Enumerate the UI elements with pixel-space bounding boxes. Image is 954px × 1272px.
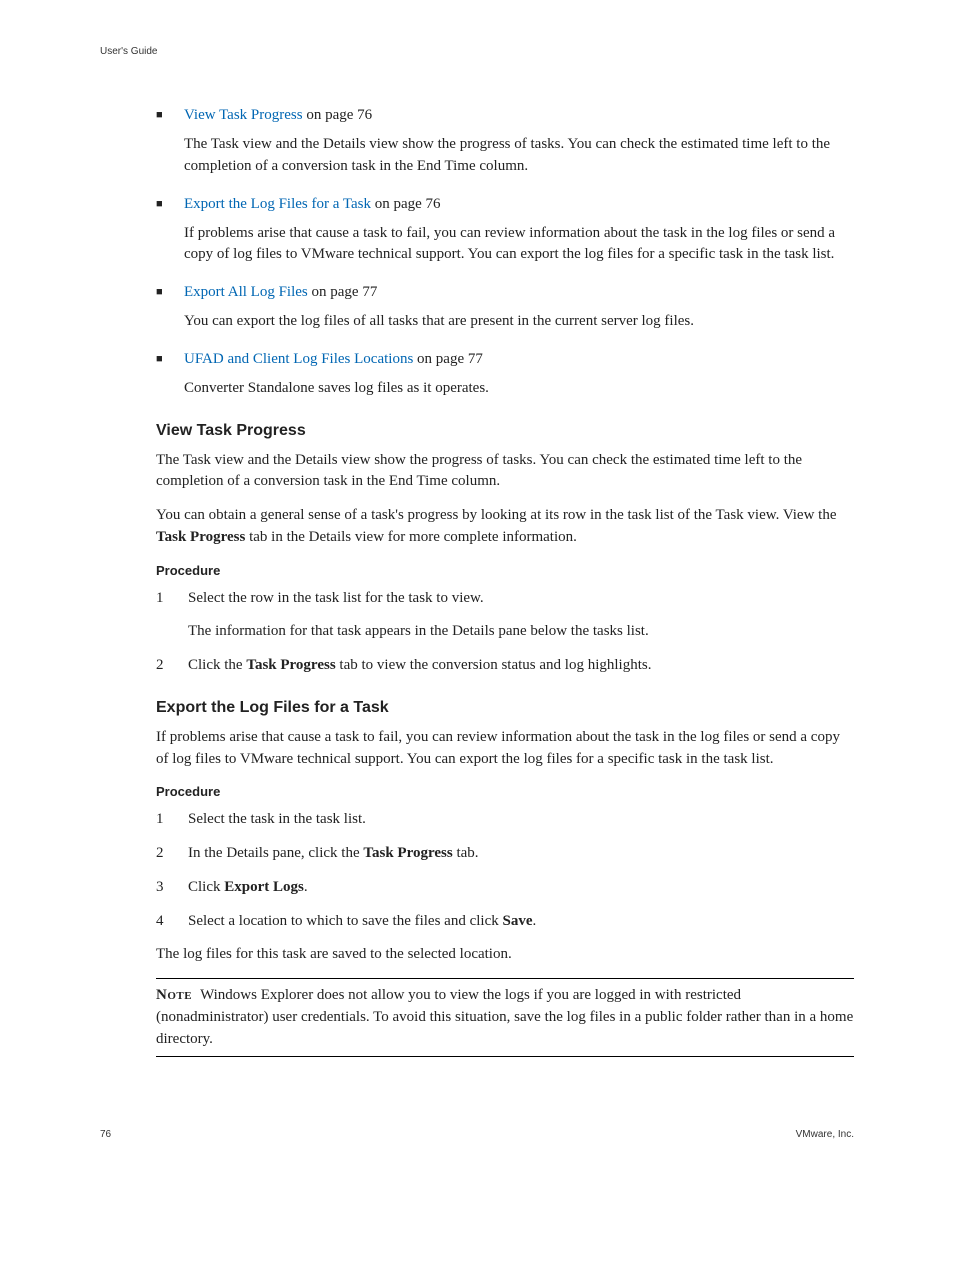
- page-number: 76: [100, 1129, 111, 1140]
- paragraph: The log files for this task are saved to…: [156, 944, 854, 966]
- step-text: Select the row in the task list for the …: [188, 588, 854, 610]
- emphasis: Task Progress: [363, 845, 452, 861]
- step-number: 2: [156, 655, 170, 677]
- step-text: Click the Task Progress tab to view the …: [188, 655, 854, 677]
- heading-export-log-files: Export the Log Files for a Task: [156, 699, 854, 717]
- emphasis: Save: [502, 913, 532, 929]
- toc-bullet: ■ Export All Log Files on page 77 You ca…: [156, 282, 854, 333]
- link-suffix: on page 76: [371, 196, 441, 212]
- paragraph: The Task view and the Details view show …: [156, 450, 854, 494]
- procedure-step: 3 Click Export Logs.: [156, 877, 854, 899]
- procedure-heading: Procedure: [156, 563, 854, 578]
- step-text: In the Details pane, click the Task Prog…: [188, 843, 854, 865]
- bullet-icon: ■: [156, 194, 168, 215]
- step-number: 1: [156, 809, 170, 831]
- step-number: 2: [156, 843, 170, 865]
- note-block: NoteWindows Explorer does not allow you …: [156, 978, 854, 1057]
- link-export-all-log-files[interactable]: Export All Log Files: [184, 284, 308, 300]
- text: You can obtain a general sense of a task…: [156, 507, 837, 523]
- text: tab to view the conversion status and lo…: [336, 657, 652, 673]
- bullet-description: You can export the log files of all task…: [184, 311, 854, 333]
- emphasis: Task Progress: [156, 529, 245, 545]
- page-footer: 76 VMware, Inc.: [100, 1129, 854, 1140]
- step-sub-text: The information for that task appears in…: [188, 621, 854, 643]
- text: In the Details pane, click the: [188, 845, 363, 861]
- bullet-description: If problems arise that cause a task to f…: [184, 223, 854, 267]
- bullet-icon: ■: [156, 282, 168, 303]
- procedure-step: 2 Click the Task Progress tab to view th…: [156, 655, 854, 677]
- step-number: 4: [156, 911, 170, 933]
- link-suffix: on page 77: [308, 284, 378, 300]
- running-header: User's Guide: [100, 46, 854, 57]
- emphasis: Task Progress: [246, 657, 335, 673]
- paragraph: You can obtain a general sense of a task…: [156, 505, 854, 549]
- link-ufad-client-log-locations[interactable]: UFAD and Client Log Files Locations: [184, 351, 413, 367]
- bullet-description: The Task view and the Details view show …: [184, 134, 854, 178]
- bullet-icon: ■: [156, 105, 168, 126]
- text: .: [304, 879, 308, 895]
- emphasis: Export Logs: [224, 879, 304, 895]
- link-view-task-progress[interactable]: View Task Progress: [184, 107, 303, 123]
- toc-bullet: ■ UFAD and Client Log Files Locations on…: [156, 349, 854, 400]
- procedure-step: 1 Select the task in the task list.: [156, 809, 854, 831]
- bullet-description: Converter Standalone saves log files as …: [184, 378, 854, 400]
- text: Select a location to which to save the f…: [188, 913, 502, 929]
- step-text: Select a location to which to save the f…: [188, 911, 854, 933]
- text: tab.: [453, 845, 479, 861]
- procedure-step: 4 Select a location to which to save the…: [156, 911, 854, 933]
- bullet-icon: ■: [156, 349, 168, 370]
- link-export-log-files-task[interactable]: Export the Log Files for a Task: [184, 196, 371, 212]
- note-label: Note: [156, 987, 192, 1003]
- step-number: 3: [156, 877, 170, 899]
- paragraph: If problems arise that cause a task to f…: [156, 727, 854, 771]
- link-suffix: on page 76: [303, 107, 373, 123]
- text: .: [532, 913, 536, 929]
- brand-name: VMware, Inc.: [796, 1129, 854, 1140]
- procedure-heading: Procedure: [156, 784, 854, 799]
- procedure-step: 2 In the Details pane, click the Task Pr…: [156, 843, 854, 865]
- step-text: Select the task in the task list.: [188, 809, 854, 831]
- text: tab in the Details view for more complet…: [245, 529, 577, 545]
- step-text: Click Export Logs.: [188, 877, 854, 899]
- page: User's Guide ■ View Task Progress on pag…: [0, 0, 954, 1186]
- toc-bullet: ■ View Task Progress on page 76 The Task…: [156, 105, 854, 178]
- heading-view-task-progress: View Task Progress: [156, 422, 854, 440]
- step-number: 1: [156, 588, 170, 610]
- toc-bullet: ■ Export the Log Files for a Task on pag…: [156, 194, 854, 267]
- procedure-step: 1 Select the row in the task list for th…: [156, 588, 854, 610]
- text: Click the: [188, 657, 246, 673]
- link-suffix: on page 77: [413, 351, 483, 367]
- note-text: Windows Explorer does not allow you to v…: [156, 987, 853, 1047]
- text: Click: [188, 879, 224, 895]
